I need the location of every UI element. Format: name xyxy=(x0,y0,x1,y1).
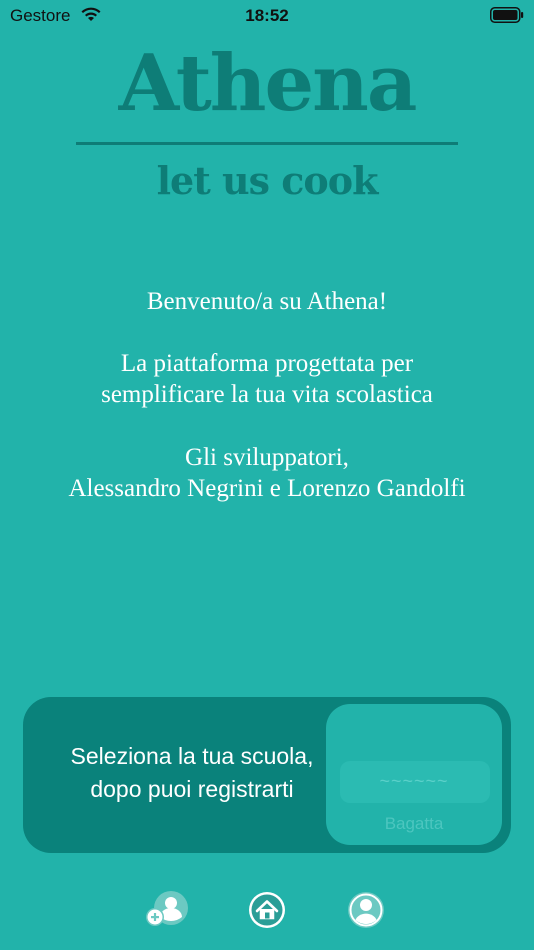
school-selection-card: Seleziona la tua scuola, dopo puoi regis… xyxy=(23,697,511,853)
school-prompt-line1: Seleziona la tua scuola, xyxy=(70,743,314,769)
picker-selected-option[interactable]: ~~~~~~ xyxy=(326,771,502,792)
welcome-description-line1: La piattaforma progettata per xyxy=(120,350,414,377)
status-bar: Gestore 18:52 xyxy=(0,0,534,30)
school-prompt: Seleziona la tua scuola, dopo puoi regis… xyxy=(47,740,337,806)
app-tagline: let us cook xyxy=(156,158,379,203)
welcome-signature-line1: Gli sviluppatori, xyxy=(185,444,349,471)
picker-option[interactable]: Bagatta xyxy=(326,814,502,834)
school-prompt-line2: dopo puoi registrarti xyxy=(90,776,294,802)
welcome-description-line2: semplificare la tua vita scolastica xyxy=(101,381,433,408)
status-time: 18:52 xyxy=(245,6,289,25)
tab-bar xyxy=(0,880,534,940)
welcome-greeting: Benvenuto/a su Athena! xyxy=(146,288,388,315)
battery-icon xyxy=(490,7,524,28)
add-user-icon[interactable] xyxy=(143,884,191,932)
welcome-signature-line2: Alessandro Negrini e Lorenzo Gandolfi xyxy=(68,475,466,502)
school-picker[interactable]: ~~~~~~ Bagatta xyxy=(326,704,502,845)
title-divider xyxy=(76,142,458,145)
app-title: Athena xyxy=(118,38,418,129)
profile-icon[interactable] xyxy=(342,884,390,932)
home-icon[interactable] xyxy=(243,884,291,932)
